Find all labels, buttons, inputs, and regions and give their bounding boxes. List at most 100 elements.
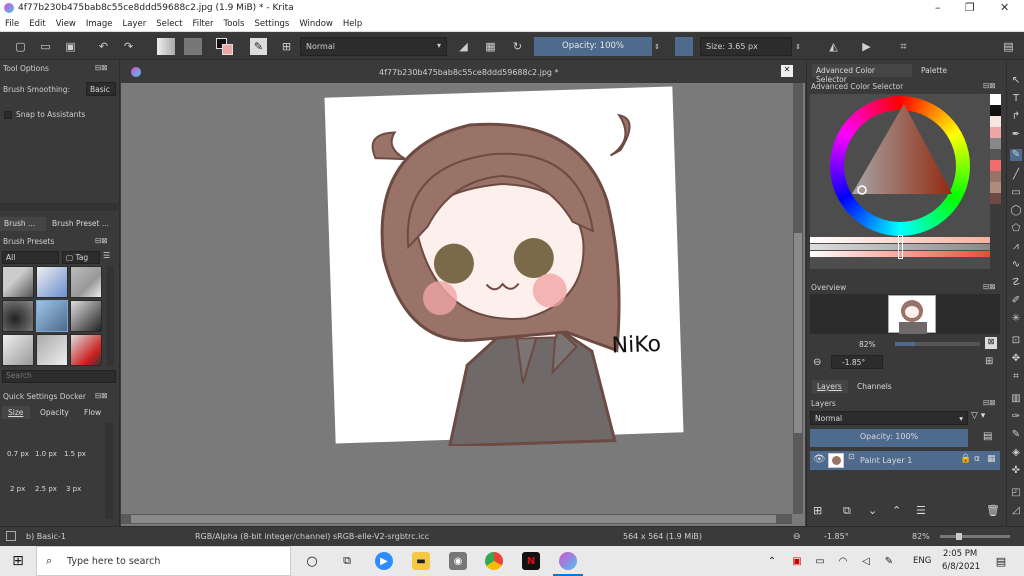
- alpha-lock-icon[interactable]: ▦: [482, 38, 499, 55]
- menu-image[interactable]: Image: [81, 17, 118, 29]
- wifi-icon[interactable]: ◠: [834, 552, 852, 570]
- zoom-fit-icon[interactable]: ⊠: [985, 337, 997, 349]
- overview-thumbnail[interactable]: [888, 295, 936, 334]
- docker-float-icon[interactable]: ⊟⊠: [95, 236, 108, 248]
- pen-icon[interactable]: ✎: [880, 552, 898, 570]
- crop-tool-icon[interactable]: ⌗: [1010, 371, 1022, 383]
- ellipse-tool-icon[interactable]: ◯: [1010, 205, 1022, 217]
- tab-advanced-color-selector[interactable]: Advanced Color Selector: [812, 64, 912, 84]
- maximize-button[interactable]: ❐: [965, 1, 975, 14]
- krita-taskbar-icon[interactable]: [559, 552, 577, 570]
- gradient-icon[interactable]: [157, 38, 175, 55]
- menu-layer[interactable]: Layer: [118, 17, 152, 29]
- brush-preset-icon[interactable]: ✎: [250, 38, 267, 55]
- text-tool-icon[interactable]: T: [1010, 93, 1022, 105]
- freehand-path-icon[interactable]: ☡: [1010, 277, 1022, 289]
- size-option[interactable]: 1.0 px: [35, 450, 57, 458]
- horizontal-scrollbar[interactable]: [121, 514, 792, 524]
- docker-float-icon[interactable]: ⊟⊠: [983, 81, 996, 93]
- layer-filter-icon[interactable]: ▽ ▾: [971, 411, 999, 425]
- status-zoom-slider[interactable]: [940, 533, 1010, 540]
- eraser-icon[interactable]: ◢: [455, 38, 472, 55]
- brush-preset-item[interactable]: [2, 300, 34, 332]
- docker-float-icon[interactable]: ⊟⊠: [983, 398, 996, 410]
- polygon-tool-icon[interactable]: ⬠: [1010, 223, 1022, 235]
- layer-row[interactable]: 👁 ⊡ Paint Layer 1 🔒 α ▦: [810, 451, 1000, 470]
- close-document-icon[interactable]: ✕: [781, 65, 793, 77]
- blend-mode-select[interactable]: Normal ▾: [300, 37, 447, 56]
- menu-edit[interactable]: Edit: [24, 17, 50, 29]
- mirror-horizontal-icon[interactable]: ◭: [825, 38, 842, 55]
- wrap-around-icon[interactable]: ⌗: [895, 38, 912, 55]
- menu-tools[interactable]: Tools: [219, 17, 250, 29]
- rotation-field[interactable]: -1.85°: [831, 355, 883, 369]
- move-down-icon[interactable]: ⌄: [868, 504, 877, 517]
- polyline-tool-icon[interactable]: ⩘: [1010, 241, 1022, 253]
- menu-window[interactable]: Window: [294, 17, 338, 29]
- alpha-inherit-icon[interactable]: α: [974, 454, 980, 464]
- layer-name[interactable]: Paint Layer 1: [860, 456, 912, 465]
- delete-layer-icon[interactable]: 🗑: [986, 504, 1000, 517]
- artwork-canvas[interactable]: NiKo: [324, 84, 684, 446]
- mirror-view-icon[interactable]: ⊞: [985, 356, 997, 368]
- tab-layers[interactable]: Layers: [812, 380, 848, 393]
- layer-pass-icon[interactable]: ▦: [987, 454, 996, 464]
- calligraphy-icon[interactable]: ✒: [1010, 129, 1022, 141]
- zoom-slider[interactable]: [895, 342, 980, 346]
- size-option[interactable]: 3 px: [66, 485, 81, 493]
- size-slider[interactable]: Size: 3.65 px: [700, 37, 792, 56]
- color-bar-cursor[interactable]: [898, 235, 903, 259]
- brush-preset-item[interactable]: [70, 300, 102, 332]
- add-layer-icon[interactable]: ⊞: [813, 504, 822, 517]
- menu-view[interactable]: View: [51, 17, 81, 29]
- chrome-icon[interactable]: [485, 552, 503, 570]
- minimize-button[interactable]: –: [935, 1, 941, 14]
- tab-size[interactable]: Size: [2, 406, 30, 419]
- docker-float-icon[interactable]: ⊟⊠: [95, 391, 108, 403]
- undo-icon[interactable]: ↶: [95, 38, 112, 55]
- smart-patch-icon[interactable]: ✎: [1010, 429, 1022, 441]
- cortana-icon[interactable]: ○: [303, 552, 321, 570]
- menu-file[interactable]: File: [0, 17, 24, 29]
- brush-preset-item[interactable]: [2, 334, 34, 366]
- tray-expand-icon[interactable]: ⌃: [763, 552, 781, 570]
- brush-preset-item[interactable]: [2, 266, 34, 298]
- line-tool-icon[interactable]: ╱: [1010, 169, 1022, 181]
- presets-scrollbar[interactable]: [106, 266, 114, 366]
- task-view-icon[interactable]: ⧉: [338, 552, 356, 570]
- close-window-button[interactable]: ✕: [1000, 1, 1009, 14]
- move-tool-icon[interactable]: ✥: [1010, 353, 1022, 365]
- status-color-space[interactable]: RGB/Alpha (8-bit integer/channel) sRGB-e…: [195, 532, 429, 541]
- layer-properties-icon[interactable]: ▤: [983, 431, 999, 445]
- notifications-icon[interactable]: ▤: [992, 552, 1010, 570]
- tag-menu-icon[interactable]: ☰: [103, 251, 116, 264]
- freehand-brush-icon[interactable]: ✎: [1010, 149, 1022, 161]
- save-document-icon[interactable]: ▣: [62, 38, 79, 55]
- reload-preset-icon[interactable]: ↻: [509, 38, 526, 55]
- tab-channels[interactable]: Channels: [853, 380, 897, 393]
- move-up-icon[interactable]: ⌃: [892, 504, 901, 517]
- open-document-icon[interactable]: ▭: [37, 38, 54, 55]
- bezier-tool-icon[interactable]: ∿: [1010, 259, 1022, 271]
- new-document-icon[interactable]: ▢: [12, 38, 29, 55]
- opacity-slider[interactable]: Opacity: 100%: [534, 37, 652, 56]
- tag-select[interactable]: ▢ Tag: [62, 251, 100, 264]
- opacity-spin-icon[interactable]: ⇕: [652, 38, 662, 55]
- rotate-view-icon[interactable]: ⊖: [793, 532, 801, 542]
- rotate-icon[interactable]: ⊖: [813, 357, 825, 369]
- tab-opacity[interactable]: Opacity: [36, 406, 76, 419]
- brush-preset-item[interactable]: [36, 334, 68, 366]
- clock-date[interactable]: 6/8/2021: [942, 562, 980, 572]
- menu-select[interactable]: Select: [151, 17, 187, 29]
- size-option[interactable]: 0.7 px: [7, 450, 29, 458]
- rectangle-tool-icon[interactable]: ▭: [1010, 187, 1022, 199]
- fg-bg-color-icon[interactable]: [216, 38, 233, 55]
- gradient-tool-icon[interactable]: ▥: [1010, 393, 1022, 405]
- size-option[interactable]: 2.5 px: [35, 485, 57, 493]
- layer-opacity-slider[interactable]: Opacity: 100%: [810, 429, 968, 447]
- language-indicator[interactable]: ENG: [913, 556, 931, 566]
- preset-filter-select[interactable]: All: [2, 251, 59, 264]
- assistant-tool-icon[interactable]: ◰: [1010, 487, 1022, 499]
- clock-time[interactable]: 2:05 PM: [943, 549, 977, 559]
- brush-preset-item[interactable]: [70, 266, 102, 298]
